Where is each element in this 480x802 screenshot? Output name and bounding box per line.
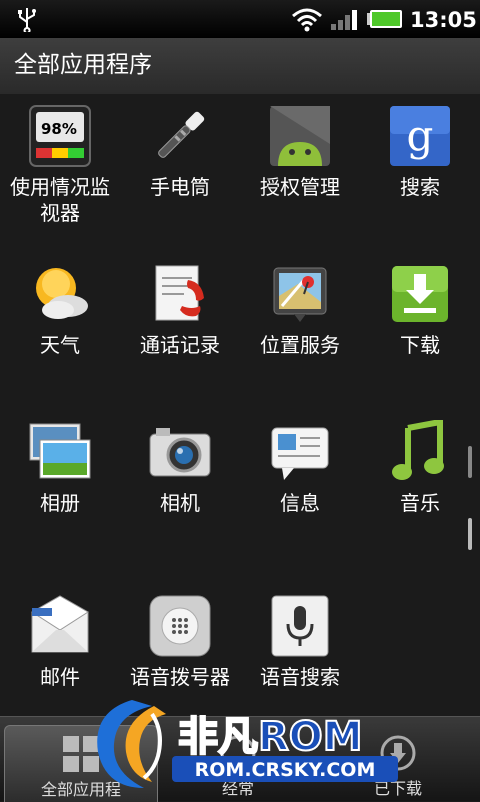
app-label: 手电筒 <box>150 175 210 199</box>
app-label: 音乐 <box>400 491 440 515</box>
battery-icon <box>367 10 402 28</box>
app-label: 通话记录 <box>140 333 220 357</box>
app-camera[interactable]: 相机 <box>120 410 240 516</box>
app-call-log[interactable]: 通话记录 <box>120 252 240 358</box>
wifi-icon <box>292 8 322 32</box>
app-auth-manager[interactable]: 授权管理 <box>240 94 360 200</box>
app-label: 语音搜索 <box>260 665 340 689</box>
app-search[interactable]: g 搜索 <box>360 94 480 200</box>
app-label: 相册 <box>40 491 80 515</box>
flashlight-icon <box>148 104 212 168</box>
camera-icon <box>148 420 212 484</box>
google-g-glyph: g <box>407 111 434 160</box>
app-label: 语音拨号器 <box>130 665 230 689</box>
download-icon <box>388 262 452 326</box>
app-label: 搜索 <box>400 175 440 199</box>
usb-icon <box>18 8 36 32</box>
title-bar: 全部应用程序 <box>0 38 480 95</box>
app-messages[interactable]: 信息 <box>240 410 360 516</box>
watermark-swirl-icon <box>97 700 166 788</box>
messages-icon <box>268 420 332 484</box>
usage-gauge-text: 98% <box>41 120 77 138</box>
call-log-icon <box>148 262 212 326</box>
app-weather[interactable]: 天气 <box>0 252 120 358</box>
weather-icon <box>28 262 92 326</box>
app-music[interactable]: 音乐 <box>360 410 480 516</box>
app-label: 信息 <box>280 491 320 515</box>
page-title: 全部应用程序 <box>14 52 152 78</box>
app-label: 使用情况监视器 <box>10 175 110 225</box>
app-gallery[interactable]: 相册 <box>0 410 120 516</box>
location-icon <box>268 262 332 326</box>
voice-search-icon <box>268 594 332 658</box>
app-usage-monitor[interactable]: 98% 使用情况监视器 <box>0 94 120 226</box>
app-label: 邮件 <box>40 665 80 689</box>
watermark-logo: 非凡ROM ROM.CRSKY.COM <box>92 692 402 794</box>
mail-icon <box>28 594 92 658</box>
app-flashlight[interactable]: 手电筒 <box>120 94 240 200</box>
usage-monitor-icon: 98% <box>28 104 92 168</box>
app-label: 天气 <box>40 333 80 357</box>
app-download[interactable]: 下载 <box>360 252 480 358</box>
app-voice-search[interactable]: 语音搜索 <box>240 584 360 690</box>
app-grid: 98% 使用情况监视器 手电筒 授权管理 g 搜索 天气 通话记录 位置服务 下… <box>0 94 480 716</box>
app-label: 下载 <box>400 333 440 357</box>
signal-icon <box>331 10 357 30</box>
app-mail[interactable]: 邮件 <box>0 584 120 690</box>
google-search-icon: g <box>388 104 452 168</box>
app-label: 位置服务 <box>260 333 340 357</box>
app-label: 相机 <box>160 491 200 515</box>
scrollbar-track-marker <box>468 446 472 478</box>
scrollbar-thumb[interactable] <box>468 518 472 550</box>
watermark-brand: 非凡ROM <box>178 714 363 760</box>
gallery-icon <box>28 420 92 484</box>
voice-dialer-icon <box>148 594 212 658</box>
app-voice-dialer[interactable]: 语音拨号器 <box>120 584 240 690</box>
android-auth-icon <box>268 104 332 168</box>
clock: 13:05 <box>410 8 477 32</box>
music-icon <box>388 418 452 484</box>
status-bar: 13:05 <box>0 0 480 38</box>
app-label: 授权管理 <box>260 175 340 199</box>
app-location[interactable]: 位置服务 <box>240 252 360 358</box>
watermark-url: ROM.CRSKY.COM <box>195 759 376 781</box>
